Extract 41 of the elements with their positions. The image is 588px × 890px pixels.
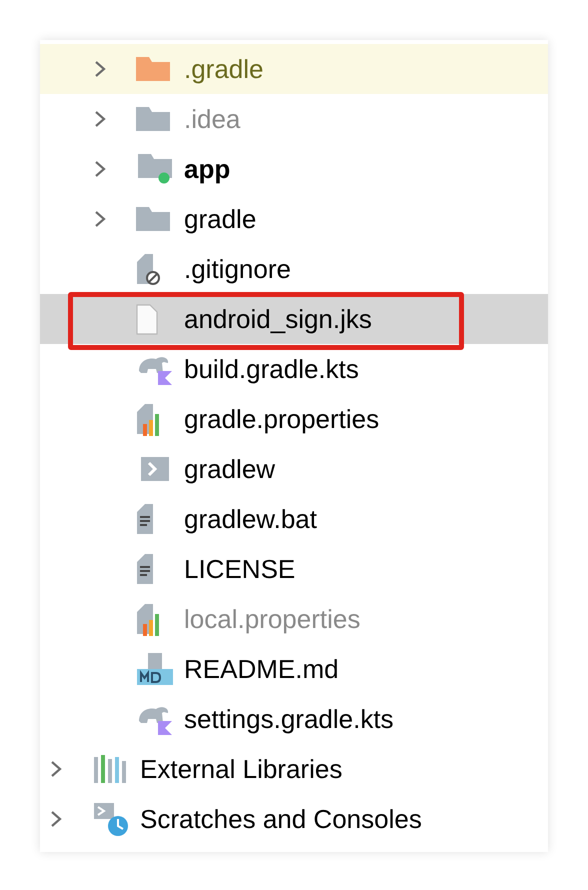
item-label: External Libraries	[140, 754, 342, 784]
properties-file-icon	[136, 602, 160, 636]
tree-row[interactable]: External Libraries	[40, 744, 548, 794]
item-label: README.md	[184, 654, 339, 684]
tree-row[interactable]: .gitignore	[40, 244, 548, 294]
item-label: local.properties	[184, 604, 360, 634]
folder-icon	[136, 107, 170, 131]
item-label: build.gradle.kts	[184, 354, 359, 384]
item-label: gradle.properties	[184, 404, 380, 434]
file-icon	[136, 304, 158, 334]
item-label: .gradle	[184, 54, 264, 84]
tree-row[interactable]: build.gradle.kts	[40, 344, 548, 394]
item-label: android_sign.jks	[184, 304, 372, 334]
tree-row[interactable]: README.md	[40, 644, 548, 694]
tree-row[interactable]: Scratches and Consoles	[40, 794, 548, 844]
item-label: gradlew	[184, 454, 276, 484]
item-label: .idea	[184, 104, 240, 134]
tree-row[interactable]: .gradle	[40, 44, 548, 94]
tree-row[interactable]: app	[40, 144, 548, 194]
text-file-icon	[136, 503, 154, 535]
folder-icon	[136, 207, 170, 231]
tree-row[interactable]: LICENSE	[40, 544, 548, 594]
text-file-icon	[136, 553, 154, 585]
item-label: settings.gradle.kts	[184, 704, 394, 734]
properties-file-icon	[136, 402, 160, 436]
item-label: gradlew.bat	[184, 504, 317, 534]
tree-row[interactable]: gradle	[40, 194, 548, 244]
ignored-file-icon	[136, 252, 161, 286]
tree-row[interactable]: gradlew	[40, 444, 548, 494]
tree-row[interactable]: settings.gradle.kts	[40, 694, 548, 744]
tree-row[interactable]: android_sign.jks	[40, 294, 548, 344]
tree-row[interactable]: gradle.properties	[40, 394, 548, 444]
item-label: .gitignore	[184, 254, 291, 284]
item-label: LICENSE	[184, 554, 296, 584]
item-label: app	[184, 154, 230, 184]
item-label: Scratches and Consoles	[140, 804, 422, 834]
folder-icon	[136, 57, 170, 81]
item-label: gradle	[184, 204, 256, 234]
tree-row[interactable]: gradlew.bat	[40, 494, 548, 544]
scratch-clock-icon	[92, 801, 130, 837]
markdown-file-icon	[136, 651, 174, 687]
